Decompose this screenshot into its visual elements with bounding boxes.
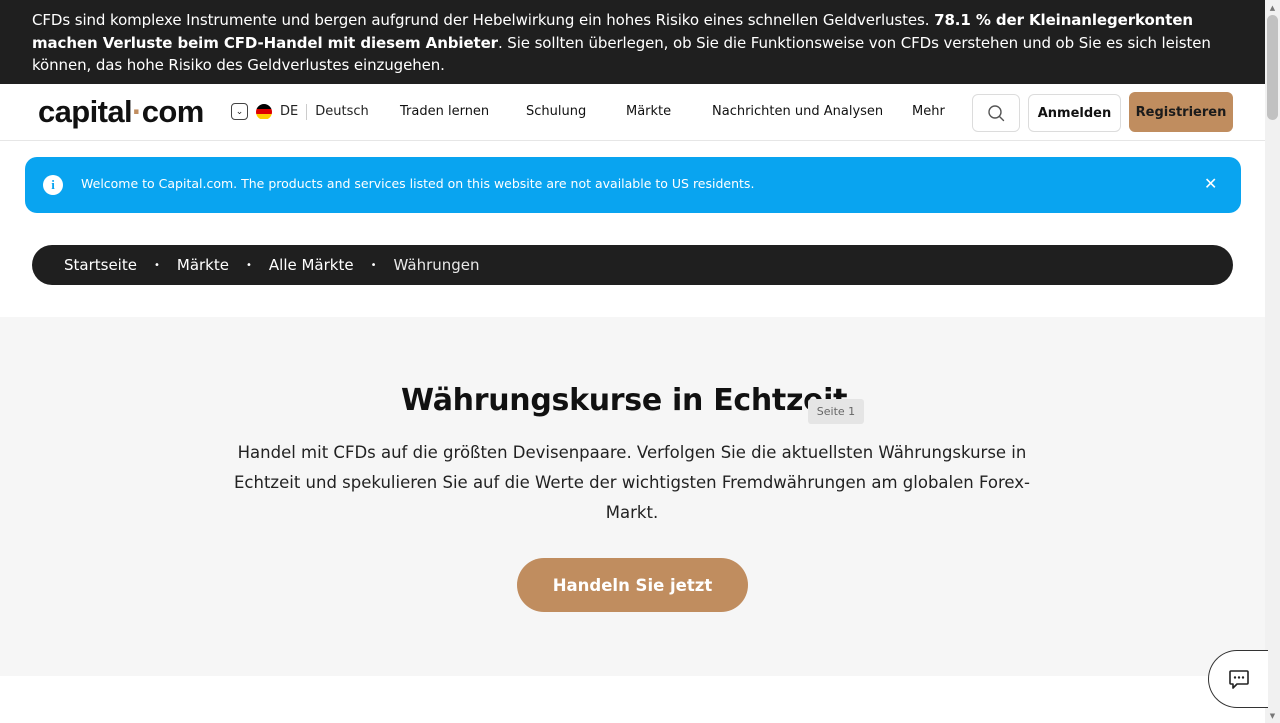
- breadcrumb-separator: •: [370, 259, 377, 271]
- search-button[interactable]: [972, 94, 1020, 132]
- nav-schulung[interactable]: Schulung: [526, 104, 586, 119]
- scrollbar[interactable]: ▲ ▼: [1265, 0, 1280, 723]
- breadcrumb-separator: •: [153, 259, 160, 271]
- scroll-down-icon[interactable]: ▼: [1265, 708, 1280, 723]
- logo[interactable]: capital·com: [38, 94, 204, 130]
- chevron-down-icon[interactable]: ⌄: [231, 103, 248, 120]
- register-button[interactable]: Registrieren: [1129, 92, 1233, 132]
- page-badge: Seite 1: [808, 399, 864, 424]
- trade-now-button[interactable]: Handeln Sie jetzt: [517, 558, 748, 612]
- us-residents-notice: i Welcome to Capital.com. The products a…: [25, 157, 1241, 213]
- divider: [306, 103, 308, 120]
- breadcrumb-maerkte[interactable]: Märkte: [177, 256, 229, 274]
- breadcrumb-startseite[interactable]: Startseite: [64, 256, 137, 274]
- risk-warning-banner: CFDs sind komplexe Instrumente und berge…: [0, 0, 1265, 84]
- chat-button[interactable]: [1208, 650, 1268, 708]
- scroll-up-icon[interactable]: ▲: [1265, 0, 1280, 15]
- site-header: capital·com ⌄ DE Deutsch Traden lernen S…: [0, 84, 1265, 141]
- language-selector[interactable]: ⌄ DE Deutsch: [231, 103, 369, 120]
- breadcrumb-current: Währungen: [393, 256, 480, 274]
- hero-section: Währungskurse in Echtzeit Seite 1 Handel…: [0, 317, 1265, 676]
- scrollbar-thumb[interactable]: [1267, 15, 1278, 120]
- language-name: Deutsch: [315, 104, 369, 119]
- notice-message: Welcome to Capital.com. The products and…: [81, 176, 755, 191]
- login-button[interactable]: Anmelden: [1028, 94, 1121, 132]
- info-icon: i: [43, 175, 63, 195]
- nav-traden-lernen[interactable]: Traden lernen: [400, 104, 489, 119]
- search-icon: [988, 105, 1005, 122]
- close-icon[interactable]: ✕: [1204, 174, 1217, 193]
- breadcrumb-alle-maerkte[interactable]: Alle Märkte: [269, 256, 354, 274]
- chat-icon: [1228, 670, 1249, 689]
- breadcrumb-separator: •: [245, 259, 252, 271]
- nav-mehr[interactable]: Mehr: [912, 104, 945, 119]
- risk-text-start: CFDs sind komplexe Instrumente und berge…: [32, 11, 935, 29]
- nav-maerkte[interactable]: Märkte: [626, 104, 671, 119]
- page-title: Währungskurse in Echtzeit: [401, 383, 848, 418]
- breadcrumb: Startseite • Märkte • Alle Märkte • Währ…: [32, 245, 1233, 285]
- german-flag-icon: [256, 103, 272, 120]
- page-description: Handel mit CFDs auf die größten Devisenp…: [234, 443, 1030, 522]
- nav-nachrichten[interactable]: Nachrichten und Analysen: [712, 104, 883, 119]
- language-code: DE: [280, 104, 299, 119]
